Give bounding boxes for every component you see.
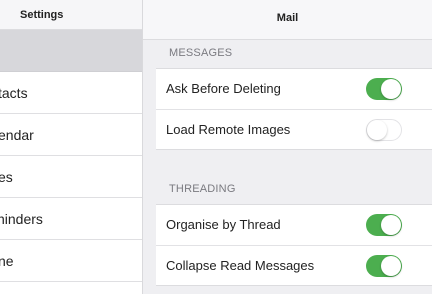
sidebar-item-notes[interactable]: es [0,156,142,198]
toggle-knob [381,256,401,276]
sidebar-item-calendar[interactable]: endar [0,114,142,156]
sidebar-title: Settings [20,9,64,21]
ask-before-deleting-toggle[interactable] [366,78,402,100]
page-title: Mail [276,12,299,24]
setting-label: Load Remote Images [166,122,291,137]
setting-row-organise-by-thread[interactable]: Organise by Thread [156,205,432,245]
section-header-threading: THREADING [169,183,236,195]
setting-label: Collapse Read Messages [166,258,315,273]
mail-settings-pane: Mail MESSAGES Ask Before Deleting Load R… [143,0,432,294]
toggle-knob [381,79,401,99]
toggle-knob [381,215,401,235]
sidebar-header: Settings [0,0,142,30]
load-remote-images-toggle[interactable] [366,119,402,141]
setting-row-load-remote-images[interactable]: Load Remote Images [156,109,432,149]
sidebar-item-label: ninders [0,211,43,227]
threading-group: Organise by Thread Collapse Read Message… [156,204,432,286]
settings-sidebar: Settings tacts endar es ninders ne [0,0,143,294]
setting-row-collapse-read-messages[interactable]: Collapse Read Messages [156,245,432,285]
sidebar-item-label: ne [0,253,14,269]
sidebar-item-label: es [0,169,13,185]
messages-group: Ask Before Deleting Load Remote Images [156,68,432,150]
sidebar-item-reminders[interactable]: ninders [0,198,142,240]
sidebar-item-label: tacts [0,85,28,101]
sidebar-item-phone[interactable]: ne [0,240,142,282]
setting-label: Ask Before Deleting [166,81,281,96]
main-header: Mail [143,0,432,40]
toggle-knob [367,120,387,140]
organise-by-thread-toggle[interactable] [366,214,402,236]
setting-row-ask-before-deleting[interactable]: Ask Before Deleting [156,69,432,109]
setting-label: Organise by Thread [166,217,281,232]
collapse-read-messages-toggle[interactable] [366,255,402,277]
section-header-messages: MESSAGES [169,47,233,59]
sidebar-item-mail-selected[interactable] [0,30,142,72]
sidebar-item-contacts[interactable]: tacts [0,72,142,114]
sidebar-item-label: endar [0,127,34,143]
